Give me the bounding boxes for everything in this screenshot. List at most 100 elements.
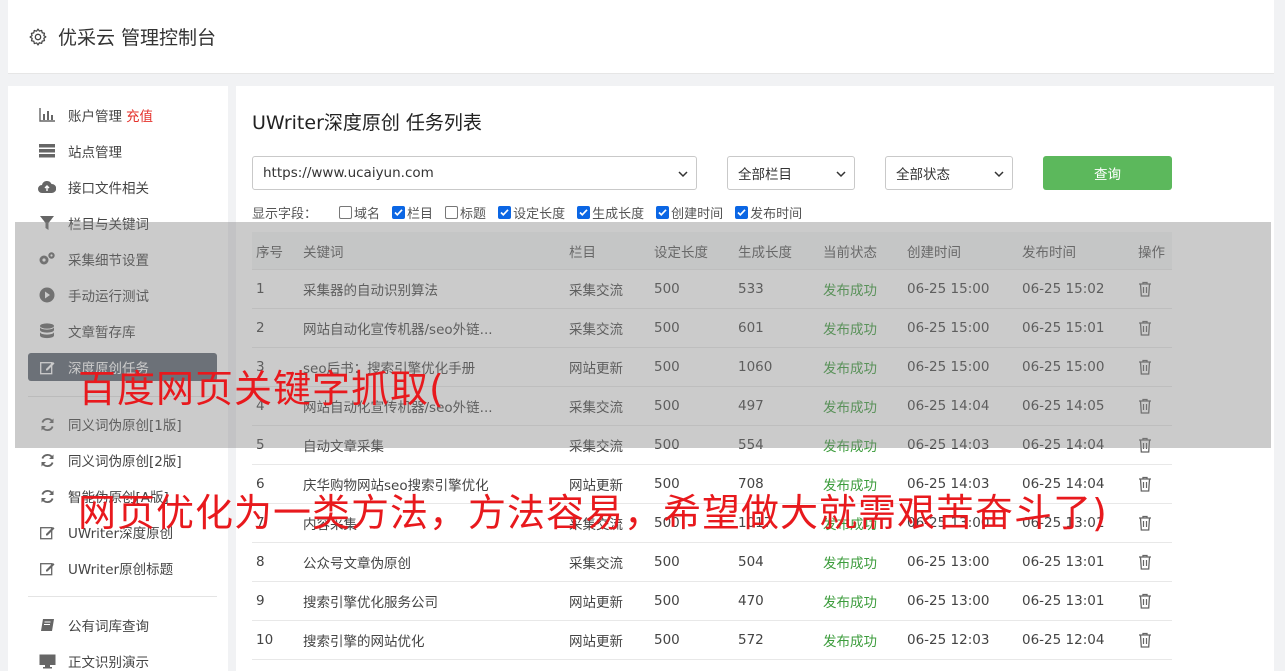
field-checkbox-title[interactable]: 标题 (445, 203, 486, 222)
delete-button[interactable] (1138, 582, 1168, 620)
page-title: UWriter深度原创 任务列表 (252, 112, 482, 134)
row-index: 8 (256, 554, 265, 570)
checkbox-checked[interactable] (392, 205, 406, 219)
sidebar-divider (28, 596, 217, 597)
checkbox-checked[interactable] (498, 205, 512, 219)
checkbox-label: 标题 (460, 206, 487, 222)
display-fields: 显示字段： 域名 栏目 标题 设定长度 生成长度 创建时间 发布时间 (252, 202, 814, 222)
checkbox-label: 发布时间 (750, 206, 803, 222)
checkbox-label: 创建时间 (671, 206, 724, 222)
sidebar-item-label: 账户管理 (68, 109, 122, 125)
row-keyword: 公众号文章伪原创 (303, 556, 411, 572)
row-set-length: 500 (654, 554, 680, 570)
checkbox-checked[interactable] (656, 205, 670, 219)
checkbox-label: 设定长度 (513, 206, 566, 222)
sidebar-item-uwriter-title[interactable]: UWriter原创标题 (28, 554, 217, 582)
sidebar-item-account[interactable]: 账户管理 充值 (28, 101, 217, 129)
bar-chart-icon (38, 106, 56, 124)
field-checkbox-column[interactable]: 栏目 (392, 203, 433, 222)
sidebar-item-interface[interactable]: 接口文件相关 (28, 173, 217, 201)
row-status: 发布成功 (823, 595, 877, 611)
edit-icon (38, 559, 56, 577)
chevron-down-icon (678, 171, 688, 178)
chevron-down-icon (994, 171, 1004, 178)
sidebar-item-text-recognition[interactable]: 正文识别演示 (28, 647, 217, 671)
row-gen-length: 572 (738, 632, 764, 648)
field-checkbox-set-length[interactable]: 设定长度 (498, 203, 565, 222)
delete-button[interactable] (1138, 543, 1168, 581)
overlay-band (15, 222, 1271, 448)
field-checkbox-domain[interactable]: 域名 (339, 203, 380, 222)
monitor-icon (38, 652, 56, 670)
row-published: 06-25 13:01 (1022, 593, 1105, 609)
check-icon (579, 208, 588, 216)
delete-button[interactable] (1138, 621, 1168, 659)
trash-icon (1138, 554, 1152, 570)
checkbox-label: 栏目 (407, 206, 434, 222)
checkbox[interactable] (445, 205, 459, 219)
status-select[interactable]: 全部状态 (885, 156, 1013, 190)
row-column: 网站更新 (569, 595, 623, 611)
row-status: 发布成功 (823, 556, 877, 572)
row-gen-length: 470 (738, 593, 764, 609)
server-icon (38, 142, 56, 160)
gear-icon (29, 27, 47, 46)
site-select-value: https://www.ucaiyun.com (263, 165, 434, 181)
sidebar-item-label: 站点管理 (68, 145, 122, 161)
row-index: 9 (256, 593, 265, 609)
table-row: 9 搜索引擎优化服务公司 网站更新 500 470 发布成功 06-25 13:00 06-2… (252, 582, 1172, 621)
refresh-icon (38, 451, 56, 469)
row-column: 采集交流 (569, 556, 623, 572)
delete-button[interactable] (1138, 504, 1168, 542)
sidebar-item-label: UWriter原创标题 (68, 562, 174, 578)
delete-button[interactable] (1138, 465, 1168, 503)
row-keyword: 搜索引擎的网站优化 (303, 634, 425, 650)
refresh-icon (38, 487, 56, 505)
overlay-text-line2: 网页优化为一类方法，方法容易，希望做大就需艰苦奋斗了) (78, 491, 1108, 535)
checkbox-checked[interactable] (735, 205, 749, 219)
field-checkbox-gen-length[interactable]: 生成长度 (577, 203, 644, 222)
trash-icon (1138, 632, 1152, 648)
sidebar-item-label: 公有词库查询 (68, 619, 149, 635)
row-created: 06-25 13:00 (907, 593, 990, 609)
status-select-value: 全部状态 (896, 167, 950, 183)
checkbox-label: 域名 (354, 206, 381, 222)
sidebar-item-label: 接口文件相关 (68, 181, 149, 197)
sidebar-item-synonym-v2[interactable]: 同义词伪原创[2版] (28, 446, 217, 474)
check-icon (658, 208, 667, 216)
sidebar-item-public-lexicon[interactable]: 公有词库查询 (28, 611, 217, 639)
row-published: 06-25 13:01 (1022, 554, 1105, 570)
trash-icon (1138, 515, 1152, 531)
column-select-value: 全部栏目 (738, 167, 792, 183)
checkbox-checked[interactable] (577, 205, 591, 219)
field-checkbox-created[interactable]: 创建时间 (656, 203, 723, 222)
row-index: 10 (256, 632, 274, 648)
row-set-length: 500 (654, 593, 680, 609)
row-gen-length: 504 (738, 554, 764, 570)
table-row: 10 搜索引擎的网站优化 网站更新 500 572 发布成功 06-25 12:03 06-2… (252, 621, 1172, 660)
app-title: 优采云 管理控制台 (58, 27, 217, 49)
table-row: 8 公众号文章伪原创 采集交流 500 504 发布成功 06-25 13:00 06-25 … (252, 543, 1172, 582)
check-icon (737, 208, 746, 216)
chevron-down-icon (836, 171, 846, 178)
sidebar-item-label: 同义词伪原创[2版] (68, 454, 182, 470)
recharge-link[interactable]: 充值 (126, 105, 153, 125)
row-set-length: 500 (654, 632, 680, 648)
sidebar-item-label: 正文识别演示 (68, 655, 149, 671)
query-button[interactable]: 查询 (1043, 156, 1172, 190)
display-fields-label: 显示字段： (252, 206, 318, 222)
checkbox-label: 生成长度 (592, 206, 645, 222)
field-checkbox-published[interactable]: 发布时间 (735, 203, 802, 222)
site-select[interactable]: https://www.ucaiyun.com (252, 156, 697, 190)
app-header: 优采云 管理控制台 (8, 0, 1274, 74)
row-created: 06-25 13:00 (907, 554, 990, 570)
check-icon (500, 208, 509, 216)
row-created: 06-25 12:03 (907, 632, 990, 648)
trash-icon (1138, 593, 1152, 609)
checkbox[interactable] (339, 205, 353, 219)
row-published: 06-25 12:04 (1022, 632, 1105, 648)
edit-icon (38, 523, 56, 541)
overlay-text-line1: 百度网页关键字抓取( (78, 367, 445, 411)
sidebar-item-sites[interactable]: 站点管理 (28, 137, 217, 165)
column-select[interactable]: 全部栏目 (727, 156, 855, 190)
